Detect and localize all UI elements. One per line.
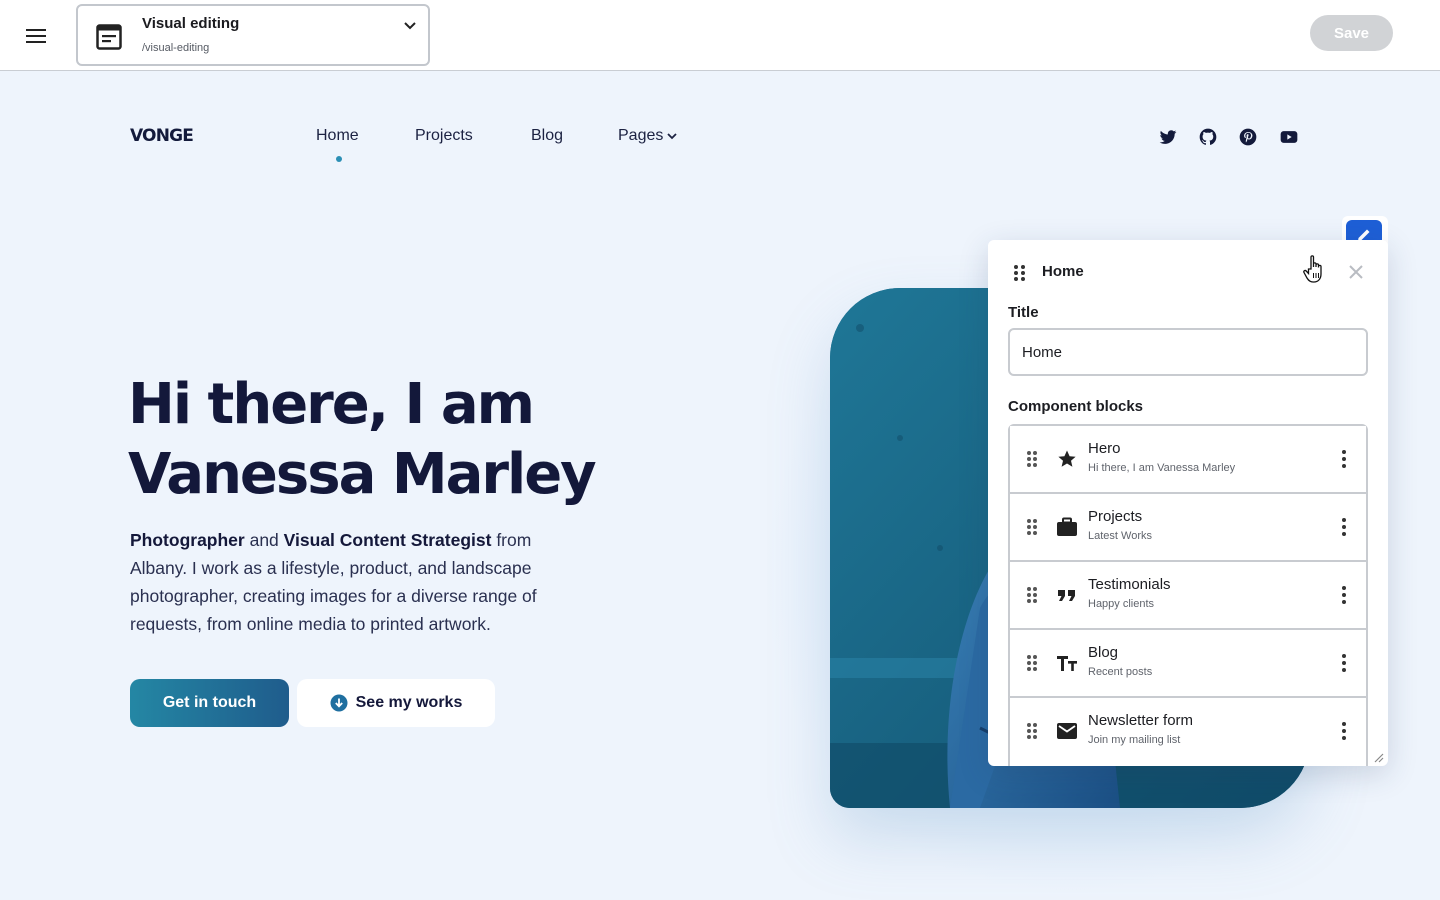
block-subtitle: Recent posts xyxy=(1088,666,1153,678)
list-item[interactable]: Testimonials Happy clients xyxy=(1010,562,1366,630)
get-in-touch-button[interactable]: Get in touch xyxy=(130,679,289,727)
drag-handle-icon[interactable] xyxy=(1026,722,1038,740)
nav-link-pages-label: Pages xyxy=(618,127,664,144)
block-name: Blog xyxy=(1088,644,1119,661)
component-blocks-label: Component blocks xyxy=(1008,398,1144,415)
block-name: Projects xyxy=(1088,508,1143,525)
title-field-label: Title xyxy=(1008,304,1039,321)
drag-handle-icon[interactable] xyxy=(1026,586,1038,604)
nav-link-pages[interactable]: Pages xyxy=(618,127,678,145)
list-item[interactable]: Blog Recent posts xyxy=(1010,630,1366,698)
twitter-icon[interactable] xyxy=(1158,127,1178,147)
see-my-works-label: See my works xyxy=(355,694,463,711)
hero-desc-role1: Photographer xyxy=(130,530,245,550)
nav-link-home[interactable]: Home xyxy=(316,127,359,145)
chevron-down-icon xyxy=(667,133,678,140)
nav-active-indicator xyxy=(336,156,342,162)
block-name: Hero xyxy=(1088,440,1121,457)
hero-desc-and: and xyxy=(244,530,284,550)
page-selector[interactable]: Visual editing /visual-editing xyxy=(76,4,430,66)
block-subtitle: Latest Works xyxy=(1088,530,1152,542)
editor-toolbar: Visual editing /visual-editing Save xyxy=(0,0,1440,71)
resize-handle-icon[interactable] xyxy=(1372,751,1384,763)
block-editor-panel: Home Title Component blocks Hero Hi ther… xyxy=(988,240,1388,766)
quote-icon xyxy=(1056,584,1078,606)
drag-handle-icon[interactable] xyxy=(1026,518,1038,536)
block-subtitle: Happy clients xyxy=(1088,598,1155,610)
chevron-down-icon xyxy=(404,22,416,30)
more-vertical-icon[interactable] xyxy=(1334,652,1354,674)
block-subtitle: Hi there, I am Vanessa Marley xyxy=(1088,462,1236,474)
hero-title-line2: Vanessa Marley xyxy=(128,442,597,507)
site-logo[interactable]: VONGE xyxy=(130,126,194,146)
page-selector-path: /visual-editing xyxy=(142,42,210,54)
hero-title: Hi there, I am Vanessa Marley xyxy=(128,370,648,510)
title-input[interactable] xyxy=(1008,328,1368,376)
see-my-works-button[interactable]: See my works xyxy=(297,679,495,727)
star-icon xyxy=(1056,448,1078,470)
list-item[interactable]: Newsletter form Join my mailing list xyxy=(1010,698,1366,766)
text-format-icon xyxy=(1056,652,1078,674)
hand-pointer-cursor-icon xyxy=(1303,255,1322,283)
list-item[interactable]: Projects Latest Works xyxy=(1010,494,1366,562)
youtube-icon[interactable] xyxy=(1279,127,1299,147)
drag-handle-icon[interactable] xyxy=(1012,264,1028,282)
page-selector-title: Visual editing xyxy=(142,15,240,32)
hero-description: Photographer and Visual Content Strategi… xyxy=(130,526,590,638)
more-vertical-icon[interactable] xyxy=(1334,720,1354,742)
block-subtitle: Join my mailing list xyxy=(1088,734,1181,746)
block-name: Newsletter form xyxy=(1088,712,1194,729)
github-icon[interactable] xyxy=(1198,127,1218,147)
hero-desc-role2: Visual Content Strategist xyxy=(283,530,492,550)
panel-title: Home xyxy=(1042,263,1084,280)
close-icon[interactable] xyxy=(1346,262,1366,282)
briefcase-icon xyxy=(1056,516,1078,538)
hamburger-menu-icon[interactable] xyxy=(20,20,52,52)
list-item[interactable]: Hero Hi there, I am Vanessa Marley xyxy=(1010,426,1366,494)
more-vertical-icon[interactable] xyxy=(1334,516,1354,538)
pinterest-icon[interactable] xyxy=(1238,127,1258,147)
page-document-icon xyxy=(96,24,122,50)
block-name: Testimonials xyxy=(1088,576,1171,593)
drag-handle-icon[interactable] xyxy=(1026,654,1038,672)
more-vertical-icon[interactable] xyxy=(1334,584,1354,606)
nav-link-projects[interactable]: Projects xyxy=(415,127,473,145)
arrow-down-circle-icon xyxy=(330,694,348,712)
more-vertical-icon[interactable] xyxy=(1334,448,1354,470)
hero-title-line1: Hi there, I am xyxy=(128,372,535,437)
nav-link-blog[interactable]: Blog xyxy=(531,127,563,145)
save-button[interactable]: Save xyxy=(1310,15,1393,51)
component-blocks-list: Hero Hi there, I am Vanessa Marley Proje… xyxy=(1008,424,1368,766)
mail-icon xyxy=(1056,720,1078,742)
drag-handle-icon[interactable] xyxy=(1026,450,1038,468)
